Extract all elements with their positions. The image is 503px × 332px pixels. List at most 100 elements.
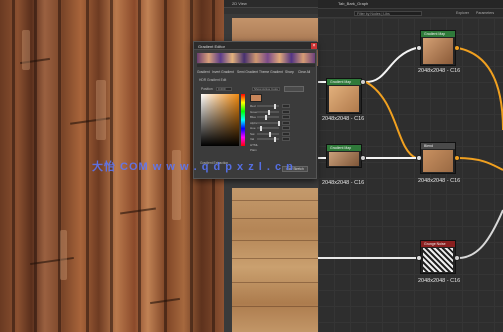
node-input-port[interactable] xyxy=(416,155,422,161)
node-resolution: 2048x2048 - C16 xyxy=(418,278,461,284)
tab-invert-gradient[interactable]: Invert Gradient xyxy=(212,70,234,74)
position-field[interactable]: 0.000 xyxy=(216,87,232,91)
gradient-key-bar[interactable] xyxy=(197,64,315,67)
mode-dropdown[interactable]: Show Active Color xyxy=(252,87,280,91)
2d-view-toolbar[interactable] xyxy=(224,8,318,14)
bark-highlight xyxy=(60,230,67,280)
wood-grain xyxy=(232,282,318,283)
dialog-title: Gradient Editor xyxy=(198,44,225,49)
channel-label: Blue xyxy=(250,115,257,119)
channel-slider[interactable] xyxy=(257,126,279,131)
wire xyxy=(457,157,503,171)
channel-slider[interactable] xyxy=(257,137,279,142)
channel-slider[interactable] xyxy=(257,131,279,137)
bark-ridge xyxy=(12,0,15,332)
node-output-port[interactable] xyxy=(360,155,366,161)
slider-handle[interactable] xyxy=(273,137,276,142)
channel-value-field[interactable] xyxy=(282,115,290,119)
tab-semi-gradient[interactable]: Semi Gradient xyxy=(237,70,258,74)
saturation-value-picker[interactable] xyxy=(201,94,239,146)
gradient-preview[interactable] xyxy=(197,53,315,63)
wood-grain xyxy=(232,258,318,259)
channel-slider[interactable] xyxy=(257,104,279,109)
channel-label: Plain xyxy=(250,148,257,152)
tab-gradient[interactable]: Gradient xyxy=(197,70,210,74)
node-gradient-map[interactable]: Gradient Map xyxy=(326,144,362,168)
node-thumbnail xyxy=(329,86,359,112)
slider-handle[interactable] xyxy=(278,120,280,126)
node-resolution: 2048x2048 - C16 xyxy=(322,180,365,186)
node-thumbnail xyxy=(423,38,453,64)
dialog-titlebar[interactable]: Gradient Editor × xyxy=(194,42,318,50)
channel-slider[interactable] xyxy=(257,109,279,115)
wire xyxy=(457,47,503,131)
channel-slider[interactable] xyxy=(257,115,279,120)
bark-ridge xyxy=(34,0,37,332)
node-title: Gradient Map xyxy=(327,145,361,151)
channel-label: Hue xyxy=(250,126,256,130)
2d-view-title: 2D View xyxy=(232,1,247,6)
node-thumbnail xyxy=(423,150,453,172)
node-input-port[interactable] xyxy=(416,45,422,51)
wood-grain xyxy=(232,200,318,201)
node-title: Grunge Noise xyxy=(421,241,455,247)
tab-clear-all[interactable]: Clear All xyxy=(298,70,310,74)
slider-handle[interactable] xyxy=(273,104,276,109)
wood-grain xyxy=(232,306,318,307)
node-resolution: 2048x2048 - C16 xyxy=(322,116,365,122)
gradient-tabs: Gradient Invert Gradient Semi Gradient T… xyxy=(197,70,315,75)
channel-label: Sat xyxy=(250,131,255,136)
node-output-port[interactable] xyxy=(454,255,460,261)
channel-value-field[interactable] xyxy=(282,109,290,114)
node-output-port[interactable] xyxy=(360,79,366,85)
slider-handle[interactable] xyxy=(268,109,271,115)
eyedropper-button[interactable] xyxy=(284,86,304,92)
channel-label: HTML xyxy=(250,142,259,147)
node-input-port[interactable] xyxy=(416,255,422,261)
current-color-swatch xyxy=(250,94,262,102)
node-blend[interactable]: Blend xyxy=(420,142,456,174)
slider-handle[interactable] xyxy=(269,131,271,137)
node-output-port[interactable] xyxy=(454,45,460,51)
wire xyxy=(365,47,417,83)
hdr-edit-label: HDR Gradient Edit xyxy=(199,78,227,82)
node-title: Gradient Map xyxy=(421,31,455,37)
bark-ridge xyxy=(86,0,89,332)
wire xyxy=(457,209,503,259)
bark-highlight xyxy=(22,30,30,70)
channel-label: Red xyxy=(250,104,256,108)
node-thumbnail xyxy=(329,152,359,166)
channel-value-field[interactable] xyxy=(282,126,290,130)
node-thumbnail xyxy=(423,248,453,272)
slider-handle[interactable] xyxy=(265,115,267,120)
bark-ridge xyxy=(58,0,61,332)
node-gradient-map[interactable]: Gradient Map xyxy=(420,30,456,66)
node-resolution: 2048x2048 - C16 xyxy=(418,178,461,184)
node-gradient-map[interactable]: Gradient Map xyxy=(326,78,362,114)
channel-value-field[interactable] xyxy=(282,104,290,108)
channel-slider[interactable] xyxy=(257,120,280,126)
channel-label: Val xyxy=(250,137,255,141)
slider-handle[interactable] xyxy=(259,126,262,131)
node-grunge-noise[interactable]: Grunge Noise xyxy=(420,240,456,274)
watermark-text: 大怡 COM w w w . q d p x z l . c n xyxy=(92,161,294,173)
close-icon[interactable]: × xyxy=(311,43,317,49)
tab-theme-gradient[interactable]: Theme Gradient xyxy=(259,70,283,74)
tab-sharp[interactable]: Sharp xyxy=(285,70,294,74)
2d-view-titlebar: 2D View xyxy=(224,0,318,8)
channel-value-field[interactable] xyxy=(282,120,290,125)
bark-highlight xyxy=(96,80,106,140)
node-output-port[interactable] xyxy=(454,155,460,161)
hue-slider[interactable] xyxy=(241,94,245,146)
texture-preview xyxy=(232,188,318,332)
node-title: Gradient Map xyxy=(327,79,361,85)
wood-grain xyxy=(232,240,318,241)
node-title: Blend xyxy=(421,143,455,149)
app-window: 2D View Tab_Bark_Graph Filter by Nodes |… xyxy=(0,0,503,332)
wood-grain xyxy=(232,218,318,219)
node-graph[interactable]: Tab_Bark_Graph Filter by Nodes | Libs Ex… xyxy=(318,0,503,332)
wire xyxy=(365,81,417,159)
channel-value-field[interactable] xyxy=(282,131,290,136)
channel-value-field[interactable] xyxy=(282,137,290,141)
node-resolution: 2048x2048 - C16 xyxy=(418,68,461,74)
